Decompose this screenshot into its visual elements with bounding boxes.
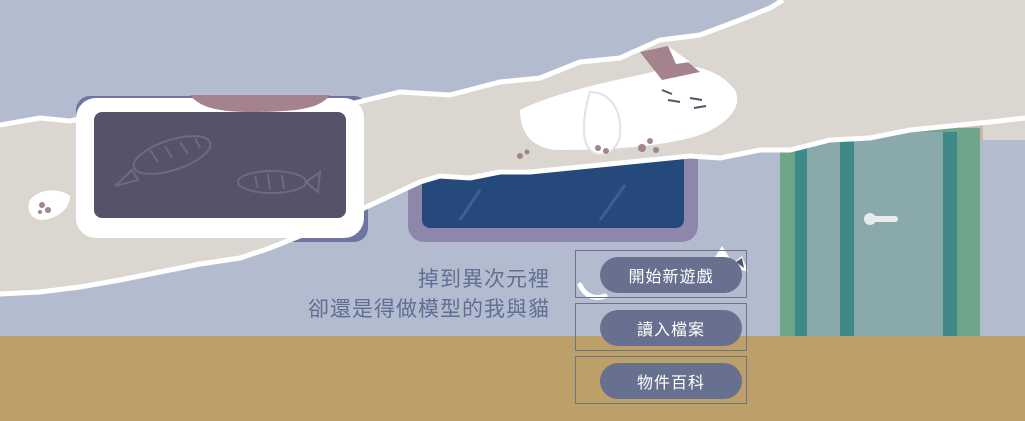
new-game-button[interactable]: 開始新遊戲	[600, 257, 742, 293]
game-title-line-1: 掉到異次元裡	[418, 267, 550, 291]
front-window	[76, 98, 364, 238]
game-title-line-2: 卻還是得做模型的我與貓	[308, 297, 550, 321]
load-file-button[interactable]: 讀入檔案	[600, 310, 742, 346]
menu-item-new-game: 開始新遊戲	[575, 250, 747, 298]
game-scene	[0, 0, 1025, 421]
menu-item-load: 讀入檔案	[575, 303, 747, 351]
object-encyclopedia-button[interactable]: 物件百科	[600, 363, 742, 399]
floor	[0, 336, 1025, 421]
menu-item-encyclopedia: 物件百科	[575, 356, 747, 404]
